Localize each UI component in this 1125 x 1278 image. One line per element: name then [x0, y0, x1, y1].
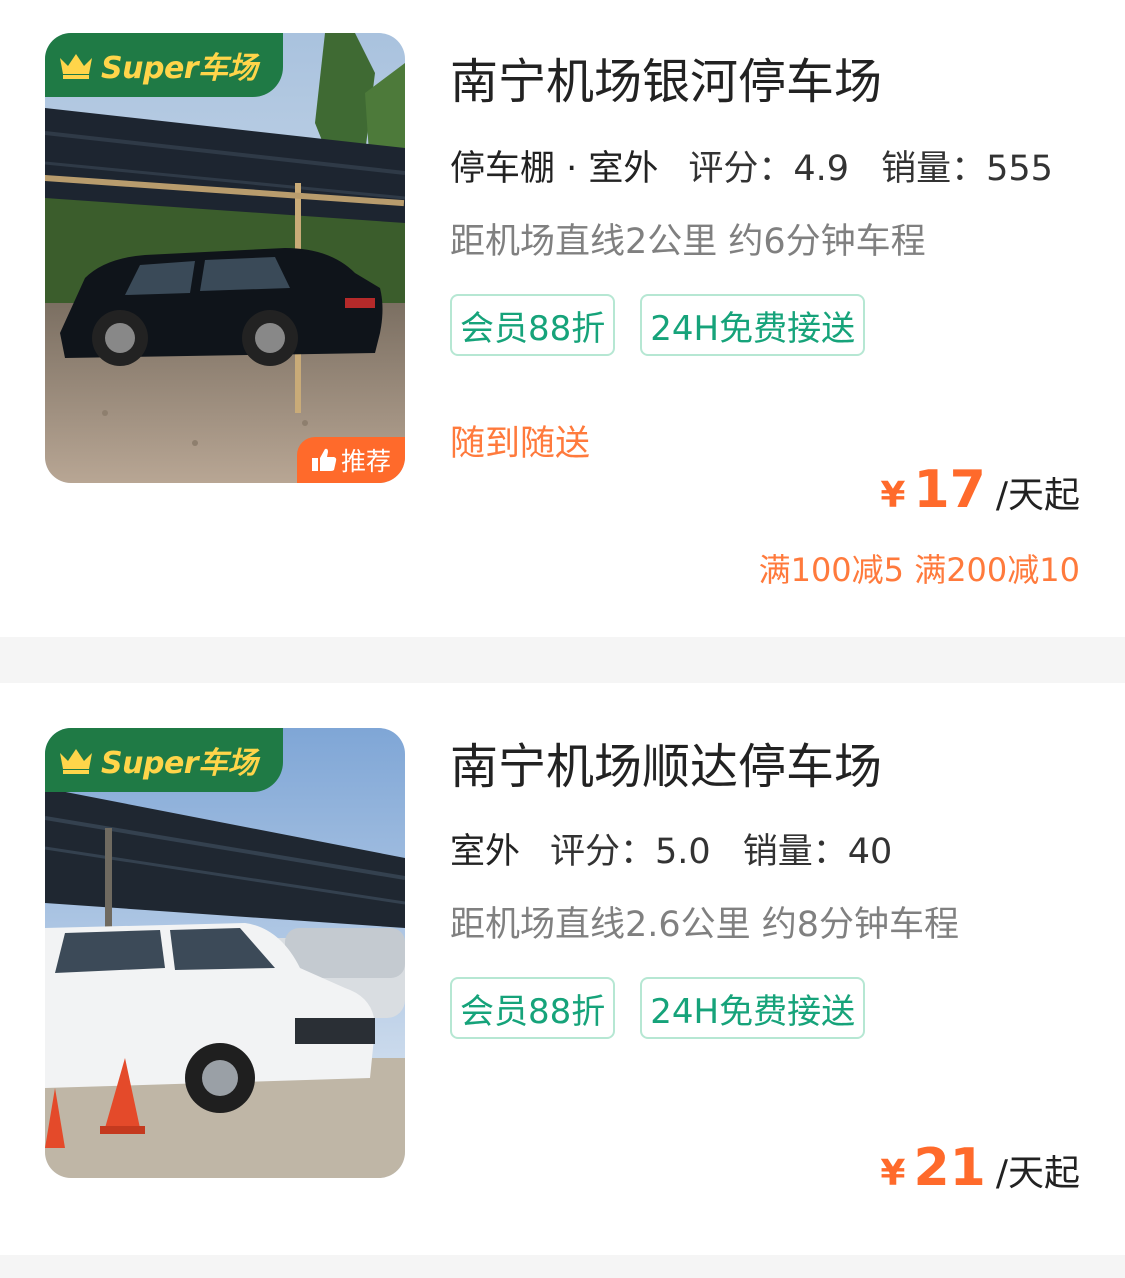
lot-meta: 停车棚 · 室外 评分：4.9 销量：555 — [450, 140, 1085, 191]
white-suv-parking-photo — [45, 728, 405, 1178]
crown-icon — [60, 54, 92, 79]
lot-rating: 评分：4.9 — [688, 149, 850, 189]
lot-tags: 会员88折 24H免费接送 — [450, 977, 890, 1039]
price-amount: 21 — [913, 1138, 986, 1198]
recommend-badge: 推荐 — [297, 437, 405, 483]
lot-tags: 会员88折 24H免费接送 — [450, 294, 890, 356]
lot-discount: 满100减5 满200减10 — [758, 551, 1080, 589]
lot-photo[interactable]: Super车场 — [45, 728, 405, 1178]
parking-lot-list: Super车场 推荐 南宁机场银河停车场 停车棚 · 室外 评分：4.9 销量：… — [0, 0, 1125, 1255]
lot-price: ¥ 21 /天起 — [880, 1138, 1080, 1198]
parking-lot-card[interactable]: Super车场 推荐 南宁机场银河停车场 停车棚 · 室外 评分：4.9 销量：… — [0, 0, 1125, 637]
tag-member-discount: 会员88折 — [450, 294, 616, 356]
tag-free-shuttle: 24H免费接送 — [640, 294, 866, 356]
super-lot-badge: Super车场 — [45, 728, 283, 792]
super-lot-badge: Super车场 — [45, 33, 283, 97]
lot-rating: 评分：5.0 — [550, 832, 711, 872]
lot-meta: 室外 评分：5.0 销量：40 — [450, 823, 924, 874]
price-currency: ¥ — [880, 1153, 906, 1194]
price-currency: ¥ — [880, 475, 906, 516]
price-unit: /天起 — [995, 475, 1080, 516]
super-badge-label: Super车场 — [101, 746, 258, 781]
lot-type-label: 室外 — [450, 832, 521, 872]
price-unit: /天起 — [995, 1153, 1080, 1194]
lot-distance: 距机场直线2公里 约6分钟车程 — [450, 222, 926, 262]
tag-member-discount: 会员88折 — [450, 977, 616, 1039]
lot-name[interactable]: 南宁机场银河停车场 — [450, 42, 882, 112]
lot-type-label: 停车棚 · 室外 — [450, 149, 659, 189]
price-amount: 17 — [913, 460, 986, 520]
tag-free-shuttle: 24H免费接送 — [640, 977, 866, 1039]
lot-distance: 距机场直线2.6公里 约8分钟车程 — [450, 905, 960, 945]
thumbs-up-icon — [311, 448, 337, 471]
lot-sales: 销量：40 — [742, 832, 893, 872]
lot-type: 停车棚 · 室外 — [450, 140, 659, 191]
car-under-shade-photo — [45, 33, 405, 483]
lot-photo[interactable]: Super车场 推荐 — [45, 33, 405, 483]
lot-sales: 销量：555 — [881, 149, 1053, 189]
lot-service: 随到随送 — [450, 424, 591, 464]
recommend-label: 推荐 — [340, 447, 391, 476]
lot-price: ¥ 17 /天起 — [880, 460, 1080, 520]
crown-icon — [60, 749, 92, 774]
lot-name[interactable]: 南宁机场顺达停车场 — [450, 727, 882, 797]
parking-lot-card[interactable]: Super车场 南宁机场顺达停车场 室外 评分：5.0 销量：40 距机场直线2… — [0, 683, 1125, 1255]
super-badge-label: Super车场 — [101, 51, 258, 86]
lot-type: 室外 — [450, 823, 521, 874]
